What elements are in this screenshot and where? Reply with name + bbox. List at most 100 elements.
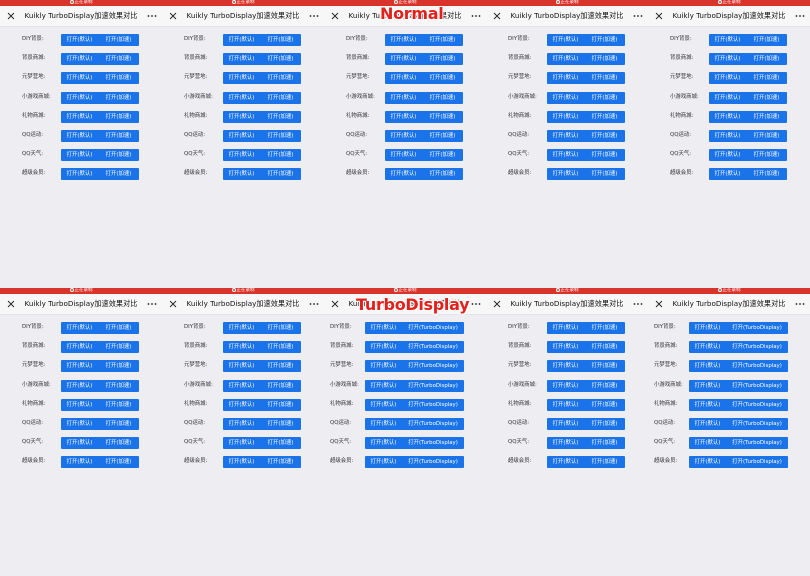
more-icon[interactable] <box>146 10 158 22</box>
open-accelerate-button[interactable]: 打开(加速) <box>584 456 625 468</box>
open-default-button[interactable]: 打开(默认) <box>61 34 98 46</box>
open-default-button[interactable]: 打开(默认) <box>547 341 584 353</box>
open-default-button[interactable]: 打开(默认) <box>61 437 98 449</box>
open-default-button[interactable]: 打开(默认) <box>547 322 584 334</box>
more-icon[interactable] <box>632 10 644 22</box>
open-default-button[interactable]: 打开(默认) <box>61 149 98 161</box>
open-accelerate-button[interactable]: 打开(加速) <box>98 322 139 334</box>
open-accelerate-button[interactable]: 打开(加速) <box>98 111 139 123</box>
close-icon[interactable] <box>4 297 18 311</box>
open-turbo-button[interactable]: 打开(TurboDisplay) <box>402 380 464 392</box>
open-accelerate-button[interactable]: 打开(加速) <box>98 168 139 180</box>
open-default-button[interactable]: 打开(默认) <box>365 380 402 392</box>
open-accelerate-button[interactable]: 打开(加速) <box>746 168 787 180</box>
open-default-button[interactable]: 打开(默认) <box>223 130 260 142</box>
open-default-button[interactable]: 打开(默认) <box>365 437 402 449</box>
open-default-button[interactable]: 打开(默认) <box>385 111 422 123</box>
open-accelerate-button[interactable]: 打开(加速) <box>260 360 301 372</box>
open-default-button[interactable]: 打开(默认) <box>689 380 726 392</box>
open-accelerate-button[interactable]: 打开(加速) <box>98 72 139 84</box>
open-accelerate-button[interactable]: 打开(加速) <box>98 341 139 353</box>
open-default-button[interactable]: 打开(默认) <box>547 168 584 180</box>
open-default-button[interactable]: 打开(默认) <box>547 360 584 372</box>
more-icon[interactable] <box>146 298 158 310</box>
open-default-button[interactable]: 打开(默认) <box>61 92 98 104</box>
open-accelerate-button[interactable]: 打开(加速) <box>584 92 625 104</box>
open-default-button[interactable]: 打开(默认) <box>223 34 260 46</box>
open-default-button[interactable]: 打开(默认) <box>547 380 584 392</box>
open-accelerate-button[interactable]: 打开(加速) <box>260 130 301 142</box>
open-default-button[interactable]: 打开(默认) <box>365 322 402 334</box>
open-turbo-button[interactable]: 打开(TurboDisplay) <box>402 399 464 411</box>
open-accelerate-button[interactable]: 打开(加速) <box>746 111 787 123</box>
open-default-button[interactable]: 打开(默认) <box>547 149 584 161</box>
open-default-button[interactable]: 打开(默认) <box>223 360 260 372</box>
open-default-button[interactable]: 打开(默认) <box>385 92 422 104</box>
open-default-button[interactable]: 打开(默认) <box>689 322 726 334</box>
open-default-button[interactable]: 打开(默认) <box>223 437 260 449</box>
open-default-button[interactable]: 打开(默认) <box>385 149 422 161</box>
open-default-button[interactable]: 打开(默认) <box>547 53 584 65</box>
open-accelerate-button[interactable]: 打开(加速) <box>98 456 139 468</box>
open-default-button[interactable]: 打开(默认) <box>709 34 746 46</box>
open-accelerate-button[interactable]: 打开(加速) <box>422 53 463 65</box>
open-accelerate-button[interactable]: 打开(加速) <box>260 149 301 161</box>
more-icon[interactable] <box>470 10 482 22</box>
open-accelerate-button[interactable]: 打开(加速) <box>746 149 787 161</box>
open-accelerate-button[interactable]: 打开(加速) <box>584 130 625 142</box>
open-accelerate-button[interactable]: 打开(加速) <box>422 34 463 46</box>
open-accelerate-button[interactable]: 打开(加速) <box>584 380 625 392</box>
open-default-button[interactable]: 打开(默认) <box>61 380 98 392</box>
open-default-button[interactable]: 打开(默认) <box>689 456 726 468</box>
open-accelerate-button[interactable]: 打开(加速) <box>584 149 625 161</box>
open-default-button[interactable]: 打开(默认) <box>709 72 746 84</box>
open-default-button[interactable]: 打开(默认) <box>223 53 260 65</box>
open-accelerate-button[interactable]: 打开(加速) <box>422 149 463 161</box>
open-accelerate-button[interactable]: 打开(加速) <box>422 168 463 180</box>
open-default-button[interactable]: 打开(默认) <box>61 53 98 65</box>
open-default-button[interactable]: 打开(默认) <box>223 456 260 468</box>
open-accelerate-button[interactable]: 打开(加速) <box>98 53 139 65</box>
open-accelerate-button[interactable]: 打开(加速) <box>746 92 787 104</box>
open-accelerate-button[interactable]: 打开(加速) <box>746 34 787 46</box>
open-accelerate-button[interactable]: 打开(加速) <box>584 418 625 430</box>
open-accelerate-button[interactable]: 打开(加速) <box>260 456 301 468</box>
open-default-button[interactable]: 打开(默认) <box>689 437 726 449</box>
open-accelerate-button[interactable]: 打开(加速) <box>746 53 787 65</box>
open-accelerate-button[interactable]: 打开(加速) <box>422 72 463 84</box>
open-default-button[interactable]: 打开(默认) <box>385 168 422 180</box>
open-accelerate-button[interactable]: 打开(加速) <box>98 399 139 411</box>
close-icon[interactable] <box>328 297 342 311</box>
open-accelerate-button[interactable]: 打开(加速) <box>260 437 301 449</box>
close-icon[interactable] <box>166 9 180 23</box>
open-turbo-button[interactable]: 打开(TurboDisplay) <box>402 341 464 353</box>
open-accelerate-button[interactable]: 打开(加速) <box>98 92 139 104</box>
open-accelerate-button[interactable]: 打开(加速) <box>422 111 463 123</box>
open-accelerate-button[interactable]: 打开(加速) <box>584 34 625 46</box>
open-accelerate-button[interactable]: 打开(加速) <box>584 322 625 334</box>
open-accelerate-button[interactable]: 打开(加速) <box>260 322 301 334</box>
open-accelerate-button[interactable]: 打开(加速) <box>98 34 139 46</box>
more-icon[interactable] <box>794 298 806 310</box>
open-default-button[interactable]: 打开(默认) <box>61 456 98 468</box>
open-default-button[interactable]: 打开(默认) <box>61 399 98 411</box>
open-default-button[interactable]: 打开(默认) <box>223 341 260 353</box>
open-default-button[interactable]: 打开(默认) <box>709 168 746 180</box>
close-icon[interactable] <box>490 297 504 311</box>
open-accelerate-button[interactable]: 打开(加速) <box>422 92 463 104</box>
open-turbo-button[interactable]: 打开(TurboDisplay) <box>402 360 464 372</box>
open-default-button[interactable]: 打开(默认) <box>689 341 726 353</box>
open-accelerate-button[interactable]: 打开(加速) <box>260 399 301 411</box>
close-icon[interactable] <box>652 297 666 311</box>
close-icon[interactable] <box>490 9 504 23</box>
open-default-button[interactable]: 打开(默认) <box>385 72 422 84</box>
open-turbo-button[interactable]: 打开(TurboDisplay) <box>402 456 464 468</box>
open-default-button[interactable]: 打开(默认) <box>385 34 422 46</box>
open-default-button[interactable]: 打开(默认) <box>547 72 584 84</box>
open-default-button[interactable]: 打开(默认) <box>365 399 402 411</box>
more-icon[interactable] <box>308 10 320 22</box>
open-turbo-button[interactable]: 打开(TurboDisplay) <box>726 341 788 353</box>
open-default-button[interactable]: 打开(默认) <box>365 341 402 353</box>
open-default-button[interactable]: 打开(默认) <box>547 437 584 449</box>
open-turbo-button[interactable]: 打开(TurboDisplay) <box>726 456 788 468</box>
